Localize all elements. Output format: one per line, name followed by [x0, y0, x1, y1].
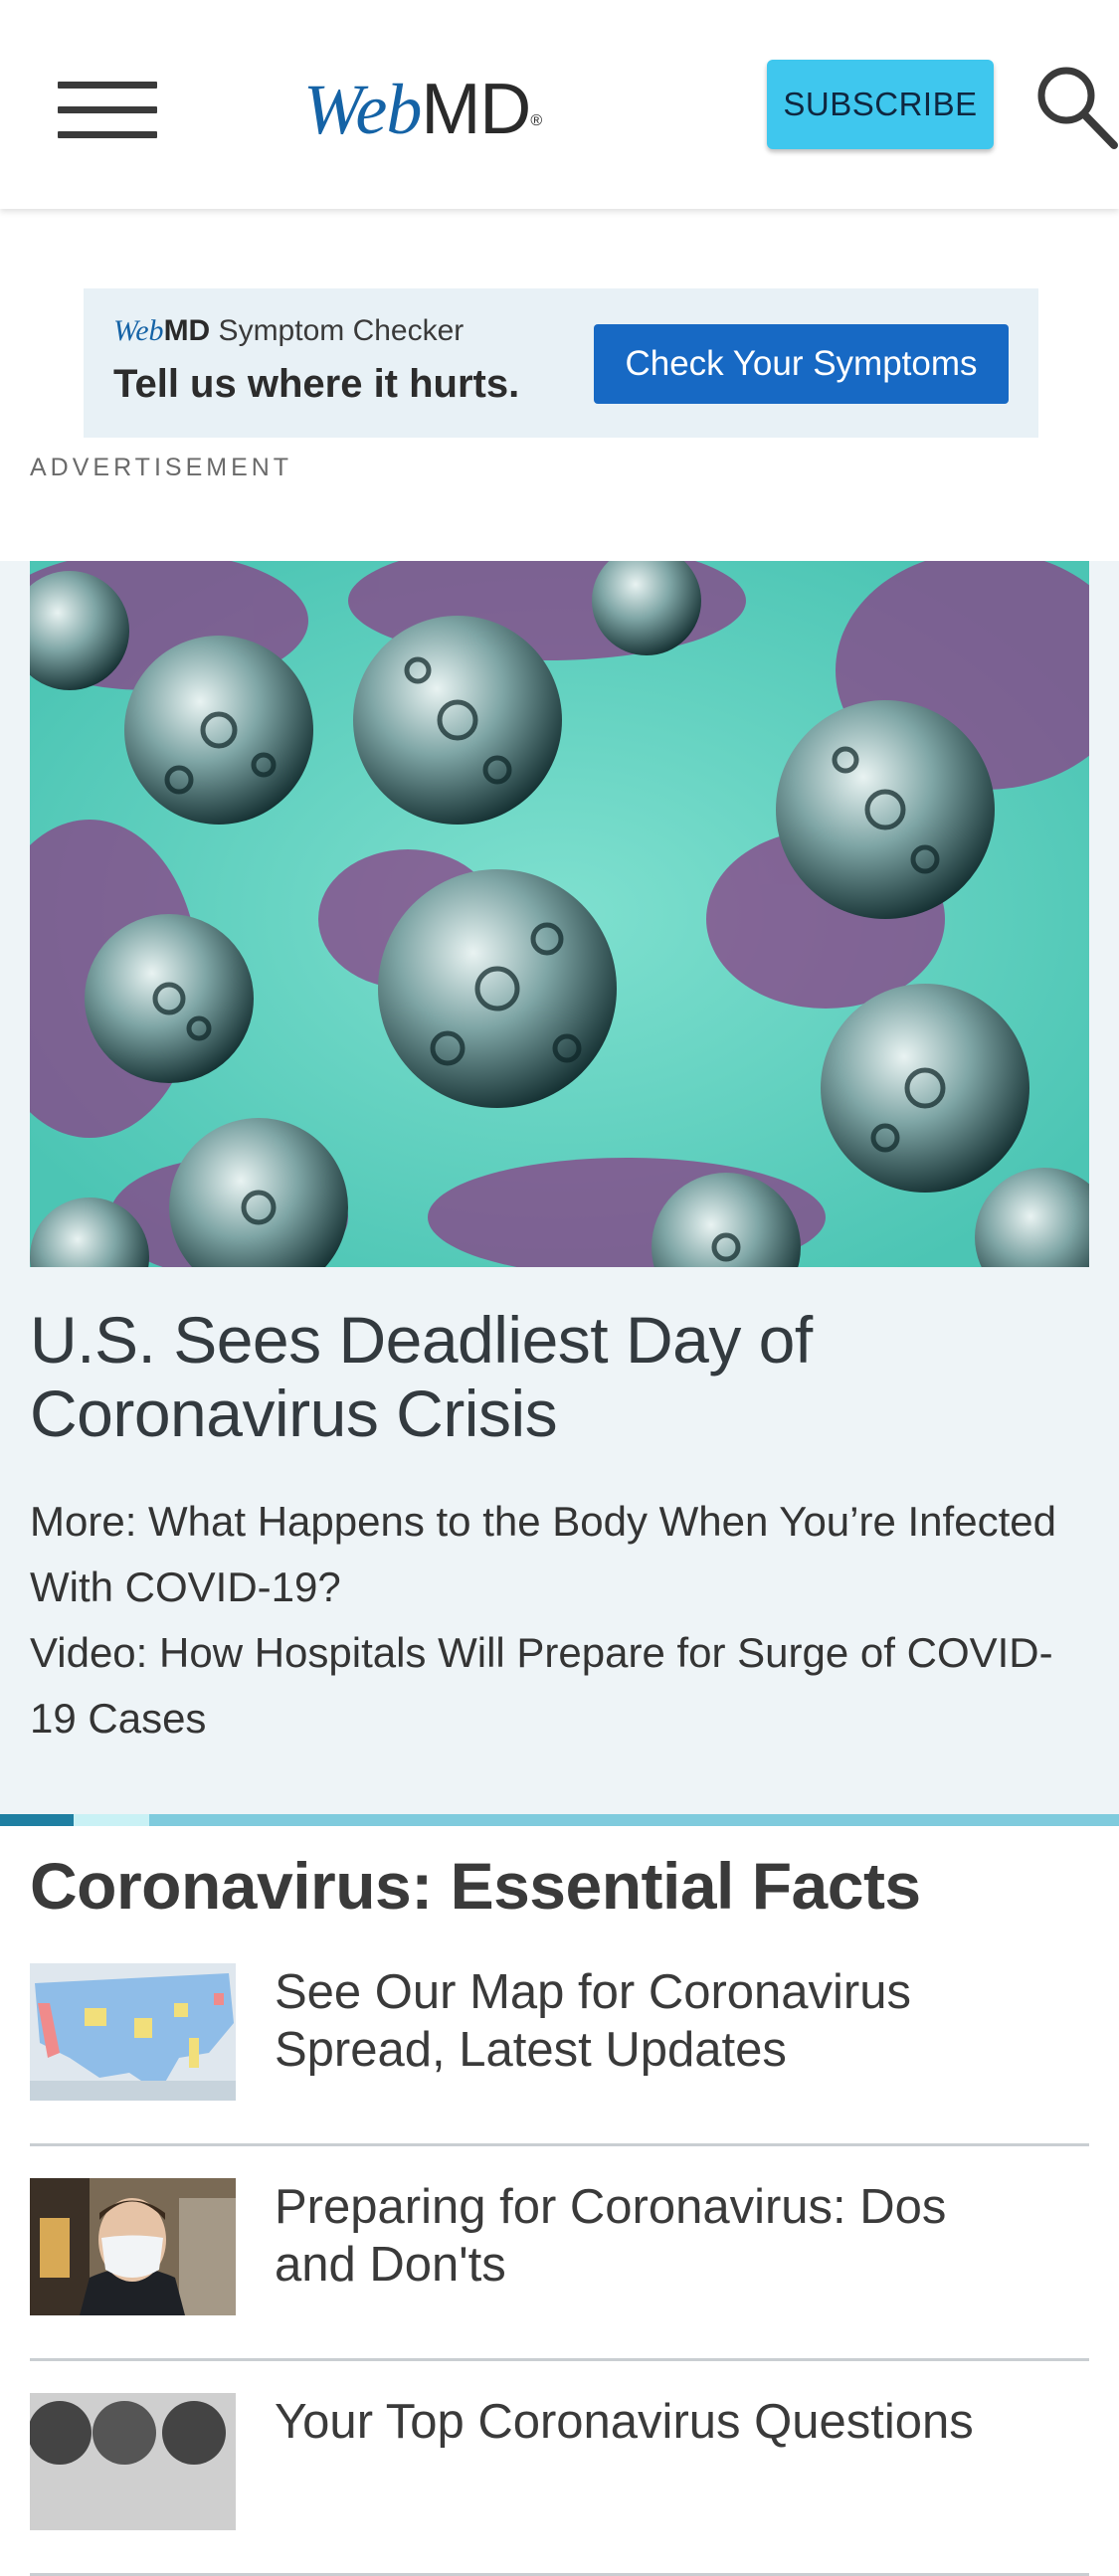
virus-thumbnail: [30, 2393, 236, 2530]
check-symptoms-button[interactable]: Check Your Symptoms: [594, 324, 1009, 404]
progress-segment-active: [0, 1814, 74, 1826]
list-item-text: Preparing for Coronavirus: Dos and Don't…: [275, 2180, 947, 2292]
subscribe-button[interactable]: SUBSCRIBE: [767, 60, 994, 149]
menu-icon[interactable]: [58, 82, 157, 139]
hero-headline[interactable]: U.S. Sees Deadliest Day of Coronavirus C…: [30, 1303, 1084, 1450]
list-item-text: Your Top Coronavirus Questions: [275, 2395, 974, 2449]
hero-related-link[interactable]: Video: How Hospitals Will Prepare for Su…: [30, 1620, 1094, 1751]
section-title: Coronavirus: Essential Facts: [30, 1849, 921, 1923]
coronavirus-hero-image[interactable]: [30, 561, 1089, 1267]
webmd-logo[interactable]: WebMD®: [303, 70, 542, 149]
list-item[interactable]: Preparing for Coronavirus: Dos and Don't…: [30, 2148, 1089, 2361]
top-header: WebMD® SUBSCRIBE: [0, 0, 1119, 209]
masked-man-thumbnail: [30, 2178, 236, 2315]
ad-brand: WebMD Symptom Checker: [113, 314, 465, 347]
symptom-checker-ad[interactable]: WebMD Symptom Checker Tell us where it h…: [84, 288, 1038, 438]
list-item-text: See Our Map for Coronavirus Spread, Late…: [275, 1965, 911, 2077]
progress-segment: [74, 1814, 149, 1826]
list-item[interactable]: See Our Map for Coronavirus Spread, Late…: [30, 1933, 1089, 2146]
search-icon[interactable]: [1034, 62, 1119, 151]
hero-related-link[interactable]: More: What Happens to the Body When You’…: [30, 1489, 1094, 1620]
ad-tagline: Tell us where it hurts.: [113, 362, 520, 406]
list-item[interactable]: Your Top Coronavirus Questions: [30, 2363, 1089, 2576]
map-thumbnail: [30, 1963, 236, 2101]
carousel-progress-bar: [0, 1814, 1119, 1826]
advertisement-label: ADVERTISEMENT: [30, 454, 293, 481]
